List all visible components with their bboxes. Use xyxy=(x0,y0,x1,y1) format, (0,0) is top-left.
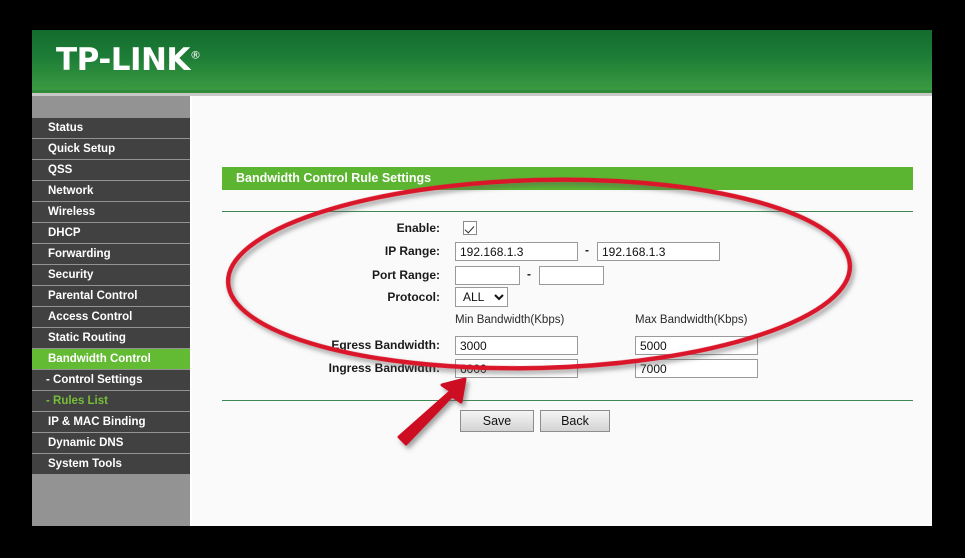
sidebar-item-ip-and-mac-binding[interactable]: IP & MAC Binding xyxy=(32,412,190,433)
sidebar-item-rules-list[interactable]: - Rules List xyxy=(32,391,190,412)
sidebar-item-parental-control[interactable]: Parental Control xyxy=(32,286,190,307)
sidebar-item-qss[interactable]: QSS xyxy=(32,160,190,181)
sidebar-item-security[interactable]: Security xyxy=(32,265,190,286)
protocol-label: Protocol: xyxy=(387,290,440,304)
sidebar-item-dhcp[interactable]: DHCP xyxy=(32,223,190,244)
port-range-label: Port Range: xyxy=(371,268,440,282)
sidebar-item-static-routing[interactable]: Static Routing xyxy=(32,328,190,349)
enable-checkbox[interactable] xyxy=(463,221,477,235)
ip-range-label: IP Range: xyxy=(384,244,440,258)
ingress-min-bandwidth-input[interactable] xyxy=(455,359,578,378)
sidebar-item-quick-setup[interactable]: Quick Setup xyxy=(32,139,190,160)
router-admin-page: TP-LINK® Status Quick Setup QSS Network Wire… xyxy=(32,30,932,526)
ip-range-dash: - xyxy=(585,243,589,257)
sidebar-item-control-settings[interactable]: - Control Settings xyxy=(32,370,190,391)
max-bandwidth-column-header: Max Bandwidth(Kbps) xyxy=(635,314,748,326)
back-button[interactable]: Back xyxy=(540,410,610,432)
sidebar-navigation: Status Quick Setup QSS Network Wireless DHCP F… xyxy=(32,96,192,526)
ip-range-start-input[interactable] xyxy=(455,242,578,261)
port-range-dash: - xyxy=(527,267,531,281)
sidebar-item-status[interactable]: Status xyxy=(32,118,190,139)
min-bandwidth-column-header: Min Bandwidth(Kbps) xyxy=(455,314,565,326)
sidebar-item-dynamic-dns[interactable]: Dynamic DNS xyxy=(32,433,190,454)
sidebar-item-list: Status Quick Setup QSS Network Wireless DHCP F… xyxy=(32,118,190,475)
main-content: Bandwidth Control Rule Settings Enable: … xyxy=(195,96,932,526)
egress-min-bandwidth-input[interactable] xyxy=(455,336,578,355)
tp-link-logo: TP-LINK® xyxy=(56,42,201,78)
sidebar-item-access-control[interactable]: Access Control xyxy=(32,307,190,328)
sidebar-item-system-tools[interactable]: System Tools xyxy=(32,454,190,475)
ingress-max-bandwidth-input[interactable] xyxy=(635,359,758,378)
divider-bottom xyxy=(222,400,913,401)
protocol-select[interactable]: ALL xyxy=(455,287,508,307)
sidebar-item-network[interactable]: Network xyxy=(32,181,190,202)
sidebar-item-forwarding[interactable]: Forwarding xyxy=(32,244,190,265)
sidebar-top-filler xyxy=(32,96,190,118)
sidebar-item-bandwidth-control[interactable]: Bandwidth Control xyxy=(32,349,190,370)
registered-mark: ® xyxy=(189,48,201,62)
divider-top xyxy=(222,211,913,212)
egress-max-bandwidth-input[interactable] xyxy=(635,336,758,355)
page-title: Bandwidth Control Rule Settings xyxy=(222,167,913,190)
screenshot-root: TP-LINK® Status Quick Setup QSS Network Wire… xyxy=(0,0,965,558)
port-range-end-input[interactable] xyxy=(539,266,604,285)
brand-name: TP-LINK xyxy=(56,42,190,78)
ingress-bandwidth-label: Ingress Bandwidth: xyxy=(328,361,440,375)
enable-label: Enable: xyxy=(396,221,440,235)
ip-range-end-input[interactable] xyxy=(597,242,720,261)
egress-bandwidth-label: Egress Bandwidth: xyxy=(331,338,440,352)
sidebar-item-wireless[interactable]: Wireless xyxy=(32,202,190,223)
brand-header: TP-LINK® xyxy=(32,30,932,90)
save-button[interactable]: Save xyxy=(460,410,534,432)
port-range-start-input[interactable] xyxy=(455,266,520,285)
